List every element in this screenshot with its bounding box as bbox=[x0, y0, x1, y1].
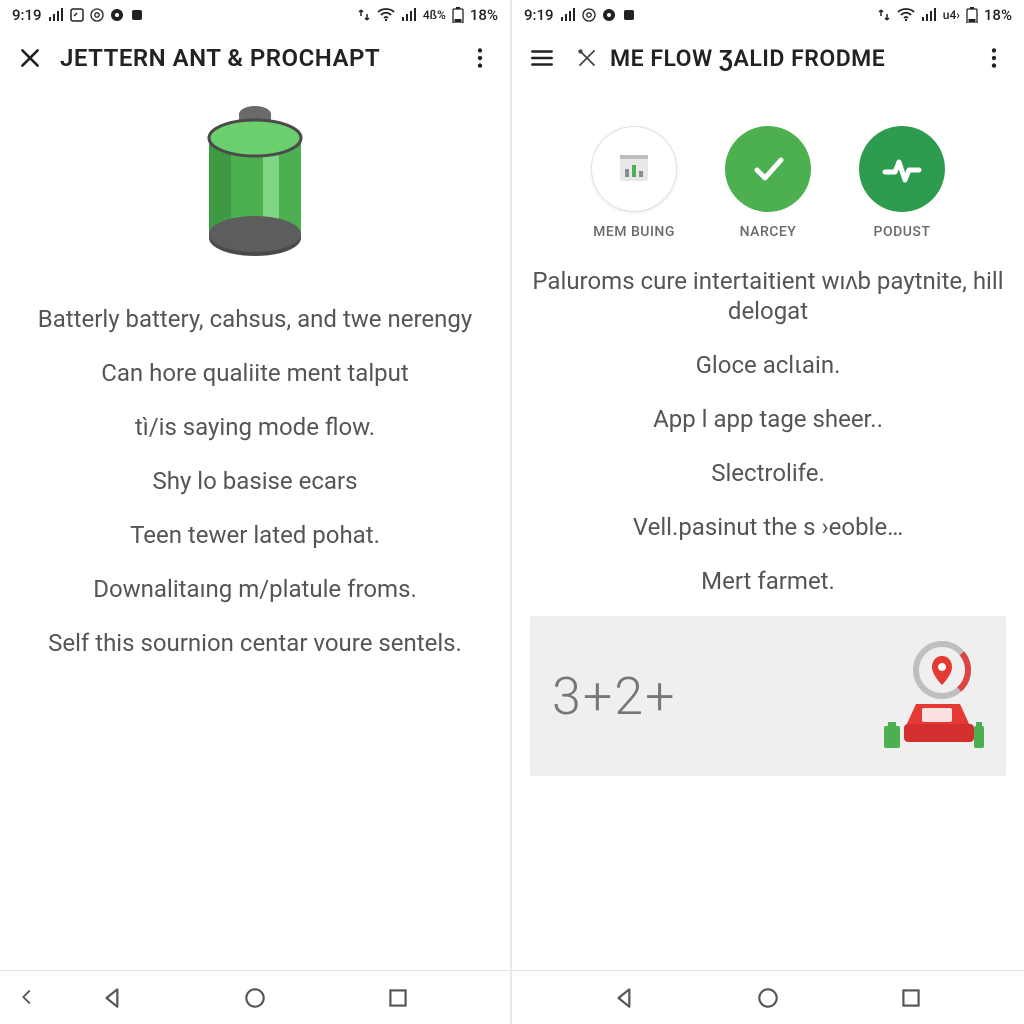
wifi-icon bbox=[377, 8, 395, 22]
battery-illustration bbox=[185, 96, 325, 270]
tile-mem-buing[interactable]: MEM BUING bbox=[591, 126, 677, 240]
status-icon-box bbox=[70, 8, 84, 22]
nav-home-button[interactable] bbox=[738, 978, 798, 1018]
status-net: u4› bbox=[943, 8, 960, 22]
car-location-illustration bbox=[844, 634, 984, 758]
status-time: 9:19 bbox=[524, 6, 554, 24]
nav-home-button[interactable] bbox=[225, 978, 285, 1018]
page-title: ME FLOW ƷALID FRODME bbox=[610, 45, 964, 72]
status-net: 4ß% bbox=[423, 8, 446, 22]
tile-row: MEM BUING NARCEY PODUST bbox=[591, 126, 945, 240]
nav-back-button[interactable] bbox=[83, 978, 143, 1018]
content-line: tì/is saying mode flow. bbox=[135, 412, 375, 442]
signal-icon bbox=[560, 8, 576, 22]
content-line: Shy lo basise ecars bbox=[153, 466, 358, 496]
content-line: Can hore qualiite ment talput bbox=[101, 358, 408, 388]
tile-label: NARCEY bbox=[740, 224, 797, 240]
content-line: Downalitaıng m/platule froms. bbox=[93, 574, 417, 604]
equation-text: 3+2+ bbox=[552, 666, 676, 727]
battery-icon bbox=[966, 7, 978, 23]
app-bar: ME FLOW ƷALID FRODME bbox=[512, 30, 1024, 86]
pulse-icon bbox=[859, 126, 945, 212]
overflow-menu-button[interactable] bbox=[972, 36, 1016, 80]
app-bar: JETTERN ANT & PROCHAPT bbox=[0, 30, 510, 86]
content-area: MEM BUING NARCEY PODUST Paluroms cure in… bbox=[512, 86, 1024, 970]
status-bar: 9:19 bbox=[512, 0, 1024, 30]
content-line: Self this sournion centar voure sentels. bbox=[48, 628, 462, 658]
content-area: Batterly battery, cahsus, and twe nereng… bbox=[0, 86, 510, 970]
phone-right: 9:19 bbox=[512, 0, 1024, 1024]
bottom-card[interactable]: 3+2+ bbox=[530, 616, 1006, 776]
system-nav-bar bbox=[0, 970, 510, 1024]
overflow-menu-button[interactable] bbox=[458, 36, 502, 80]
content-line: Mert farmet. bbox=[701, 566, 835, 596]
page-title: JETTERN ANT & PROCHAPT bbox=[60, 44, 450, 72]
nav-back-button[interactable] bbox=[595, 978, 655, 1018]
data-icon bbox=[357, 8, 371, 22]
content-line: App l app tage sheer.. bbox=[653, 404, 883, 434]
battery-icon bbox=[452, 7, 464, 23]
content-line: Vell.pasinut the s ›eoble… bbox=[633, 512, 903, 542]
system-nav-bar bbox=[512, 970, 1024, 1024]
nav-recent-button[interactable] bbox=[368, 978, 428, 1018]
chart-icon bbox=[591, 126, 677, 212]
signal-icon bbox=[48, 8, 64, 22]
signal-icon-2 bbox=[921, 8, 937, 22]
status-bar: 9:19 bbox=[0, 0, 510, 30]
nav-recent-button[interactable] bbox=[881, 978, 941, 1018]
status-icon-at bbox=[90, 8, 104, 22]
tools-icon bbox=[572, 36, 602, 80]
tile-narcey[interactable]: NARCEY bbox=[725, 126, 811, 240]
status-battery: 18% bbox=[984, 6, 1012, 24]
check-icon bbox=[725, 126, 811, 212]
content-line: Teen tewer lated pohat. bbox=[130, 520, 380, 550]
status-icon-circle bbox=[110, 8, 124, 22]
status-icon-square bbox=[622, 8, 636, 22]
menu-button[interactable] bbox=[520, 36, 564, 80]
close-button[interactable] bbox=[8, 36, 52, 80]
content-line: Batterly battery, cahsus, and twe nereng… bbox=[38, 304, 472, 334]
wifi-icon bbox=[897, 8, 915, 22]
status-icon-circle bbox=[602, 8, 616, 22]
status-battery: 18% bbox=[470, 6, 498, 24]
tile-label: PODUST bbox=[874, 224, 931, 240]
extra-chevron-left-icon[interactable] bbox=[16, 986, 38, 1012]
signal-icon-2 bbox=[401, 8, 417, 22]
status-icon-square bbox=[130, 8, 144, 22]
tile-podust[interactable]: PODUST bbox=[859, 126, 945, 240]
phone-left: 9:19 bbox=[0, 0, 512, 1024]
status-icon-at bbox=[582, 8, 596, 22]
content-line: Slectrolife. bbox=[711, 458, 825, 488]
content-line: Paluroms cure intertaitient wıʌb paytnit… bbox=[530, 266, 1006, 326]
status-time: 9:19 bbox=[12, 6, 42, 24]
data-icon bbox=[877, 8, 891, 22]
content-line: Gloce aclιain. bbox=[696, 350, 841, 380]
tile-label: MEM BUING bbox=[593, 224, 675, 240]
